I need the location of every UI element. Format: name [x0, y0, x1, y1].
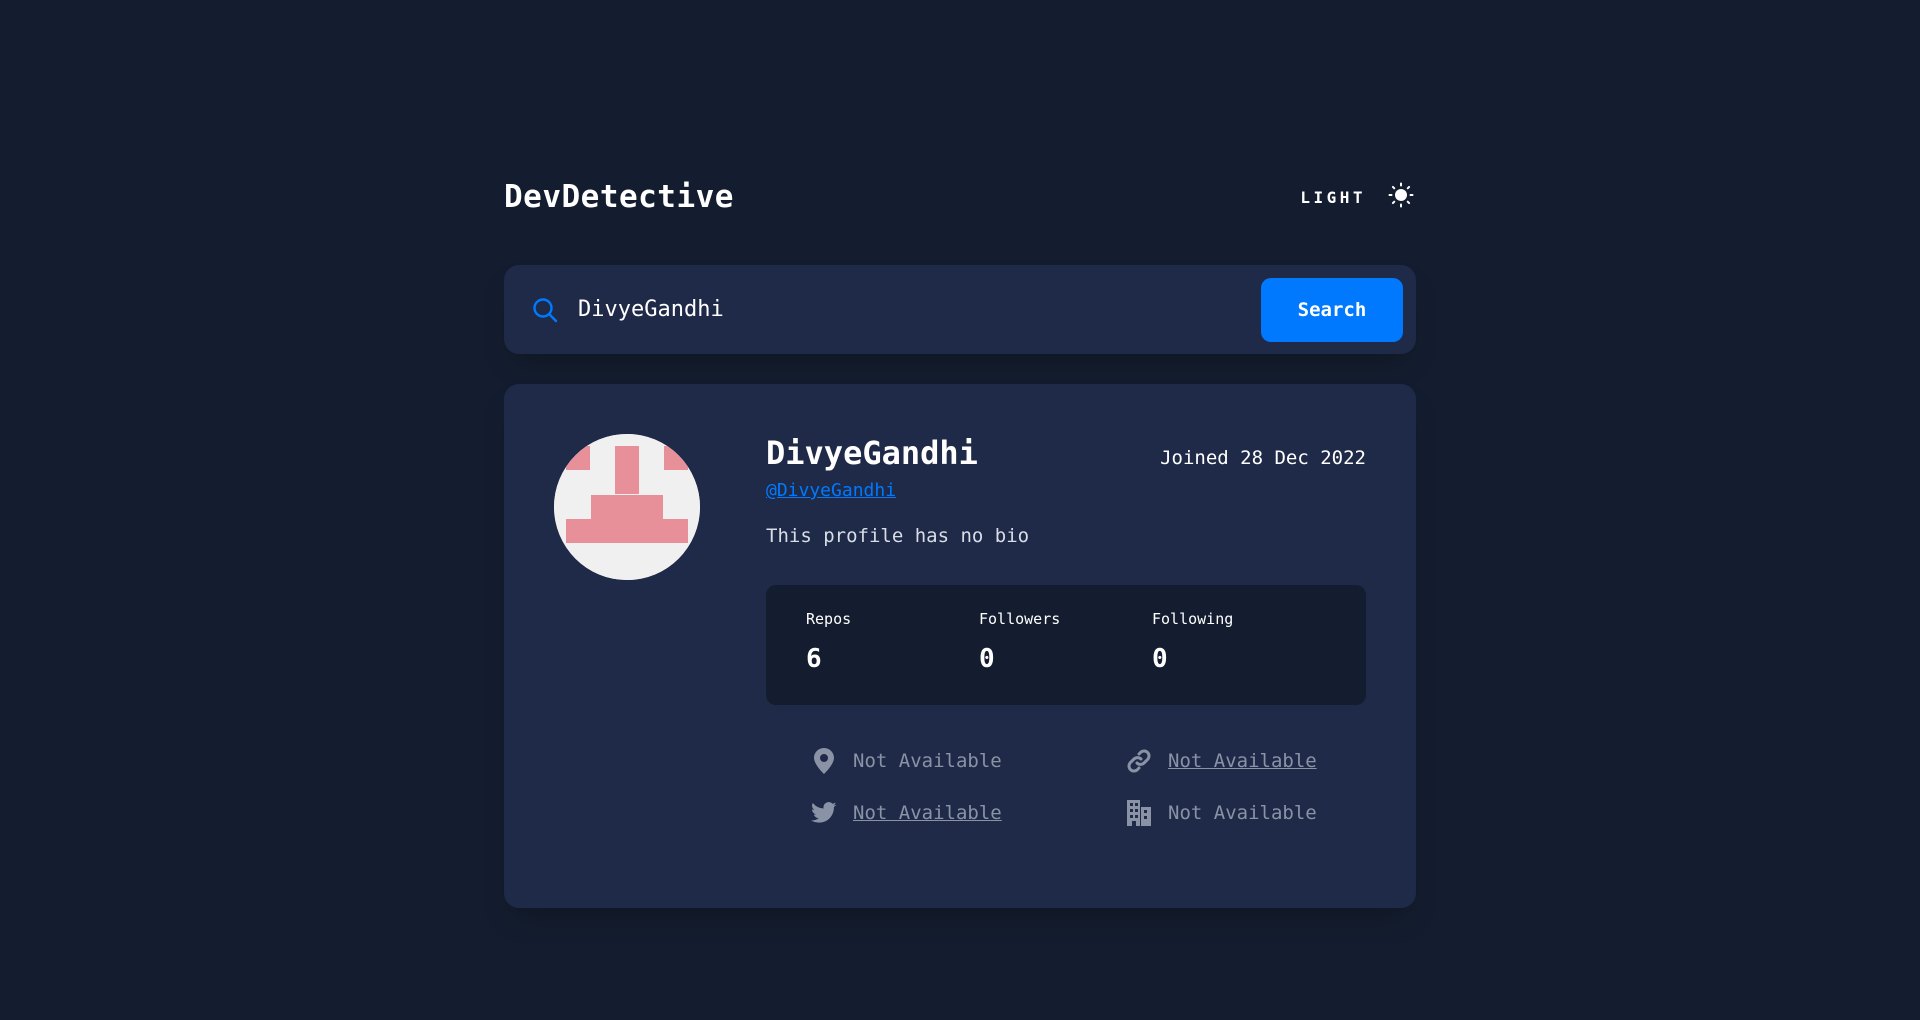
location-item: Not Available: [810, 747, 1125, 775]
twitter-link[interactable]: Not Available: [853, 802, 1002, 824]
location-text: Not Available: [853, 750, 1002, 772]
website-link[interactable]: Not Available: [1168, 750, 1317, 772]
search-button[interactable]: Search: [1261, 277, 1403, 342]
profile-links: Not Available Not Available Not Availabl…: [810, 747, 1366, 827]
theme-toggle-label: LIGHT: [1300, 187, 1366, 207]
website-item[interactable]: Not Available: [1125, 747, 1385, 775]
stat-label: Repos: [806, 610, 852, 628]
theme-toggle-button[interactable]: LIGHT: [1300, 182, 1414, 212]
building-icon: [1125, 799, 1153, 827]
search-bar: Search: [504, 265, 1416, 354]
twitter-item[interactable]: Not Available: [810, 799, 1125, 827]
stat-following: Following 0: [1152, 585, 1325, 705]
avatar: [554, 434, 700, 580]
stat-label: Following: [1152, 610, 1234, 628]
profile-details: DivyeGandhi Joined 28 Dec 2022 @DivyeGan…: [766, 434, 1366, 827]
app-container: DevDetective LIGHT DivyeGandhi Search Di…: [504, 160, 1416, 908]
profile-header: DivyeGandhi Joined 28 Dec 2022: [766, 434, 1366, 472]
stat-repos: Repos 6: [806, 585, 979, 705]
location-pin-icon: [810, 747, 838, 775]
search-input[interactable]: [576, 288, 1261, 331]
search-icon: [532, 297, 558, 323]
profile-card: DivyeGandhi Joined 28 Dec 2022 @DivyeGan…: [504, 384, 1416, 908]
profile-bio: This profile has no bio: [766, 525, 1030, 547]
joined-date: Joined 28 Dec 2022: [1160, 447, 1366, 469]
header: DevDetective LIGHT: [504, 160, 1416, 234]
stat-label: Followers: [979, 610, 1061, 628]
app-title: DevDetective: [504, 179, 734, 215]
company-text: Not Available: [1168, 802, 1317, 824]
stat-value: 0: [979, 644, 995, 674]
stat-value: 0: [1152, 644, 1168, 674]
sun-icon: [1388, 182, 1414, 212]
profile-login-link[interactable]: @DivyeGandhi: [766, 480, 896, 501]
profile-name: DivyeGandhi: [766, 434, 978, 472]
stats-panel: Repos 6 Followers 0 Following 0: [766, 585, 1366, 705]
company-item: Not Available: [1125, 799, 1385, 827]
stat-followers: Followers 0: [979, 585, 1152, 705]
twitter-icon: [810, 799, 838, 827]
link-icon: [1125, 747, 1153, 775]
stat-value: 6: [806, 644, 822, 674]
